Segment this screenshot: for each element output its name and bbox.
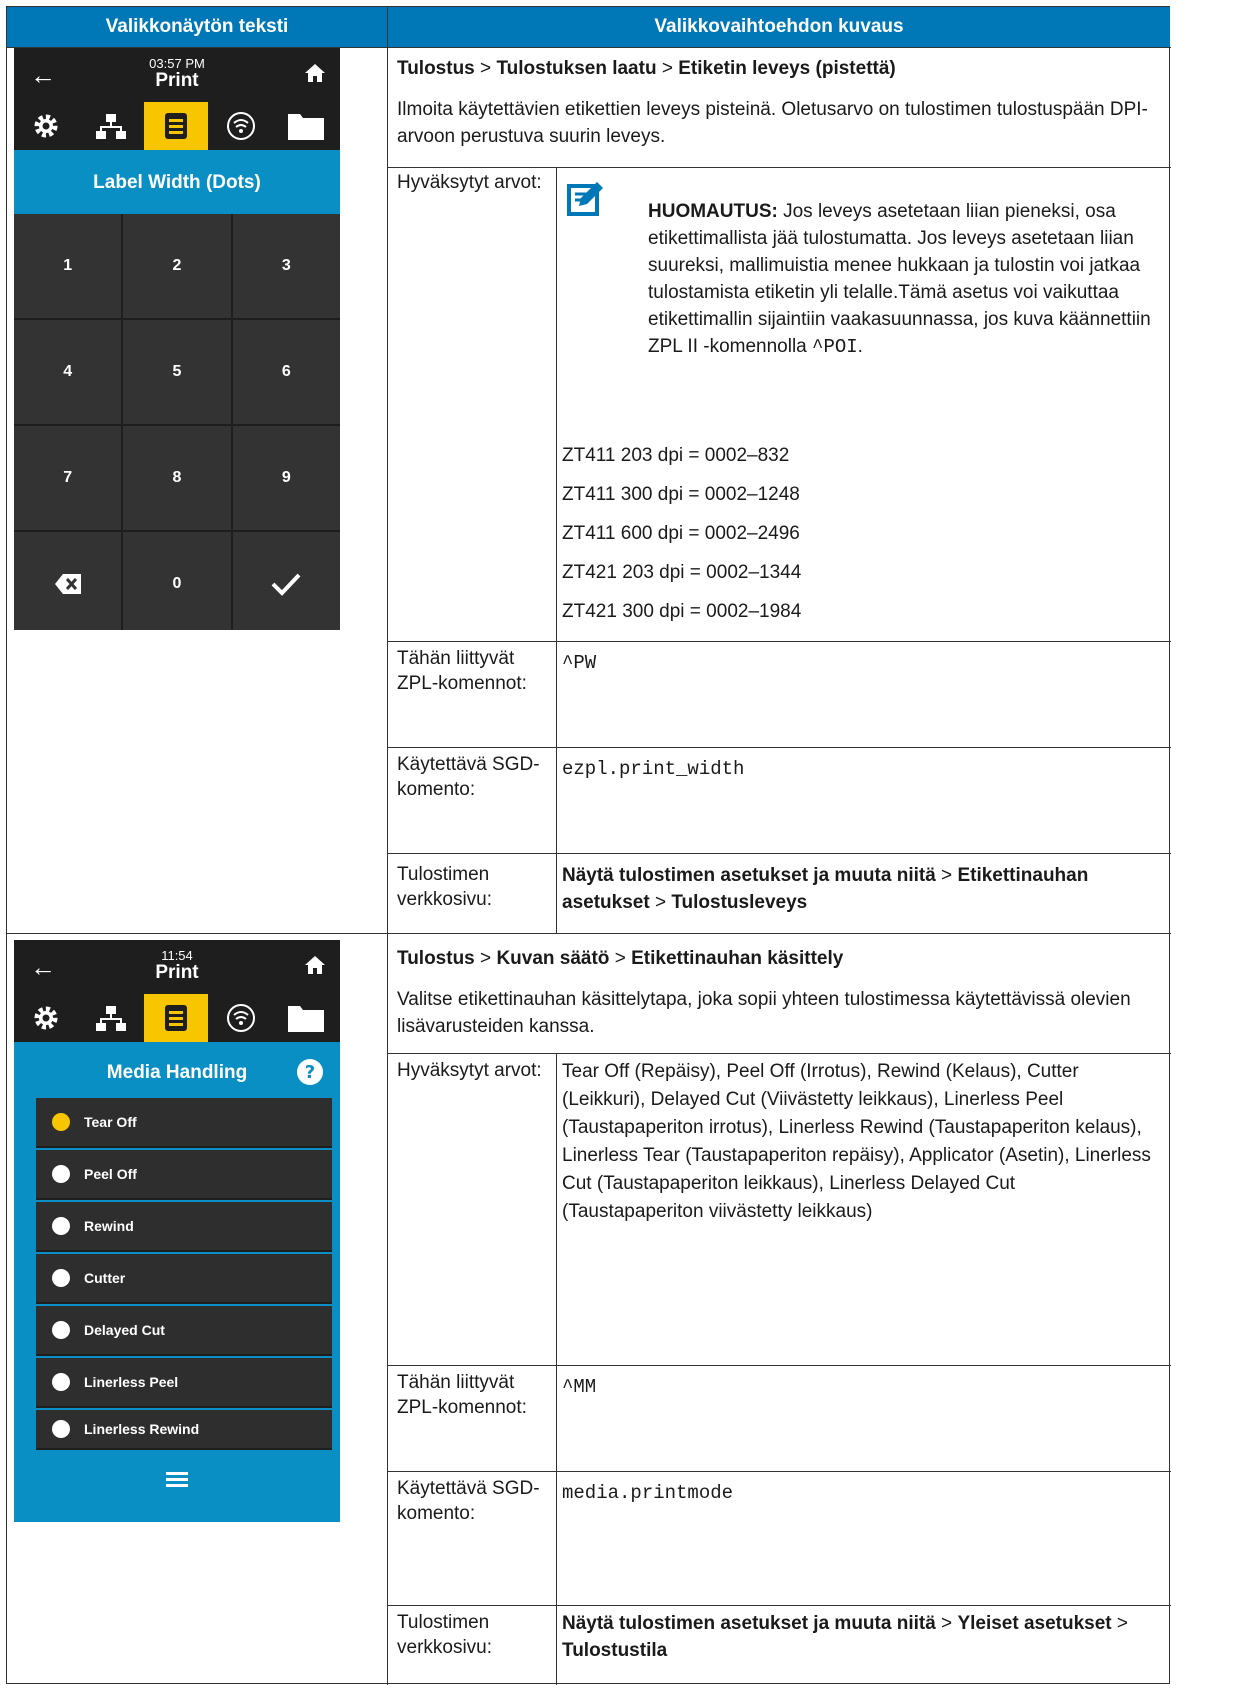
radio-icon <box>52 1165 70 1183</box>
media-handling-heading: Media Handling <box>106 1062 248 1083</box>
printer-screen-media-handling: ← 11:54 Print Media Handling ? Tear Off … <box>14 940 340 1522</box>
option-delayed-cut[interactable]: Delayed Cut <box>36 1306 332 1356</box>
home-icon[interactable] <box>304 62 326 84</box>
sgd-label: Käytettävä SGD-komento: <box>397 754 540 800</box>
media-handling-panel: Media Handling ? Tear Off Peel Off Rewin… <box>14 1042 340 1522</box>
dpi-value-0: ZT411 203 dpi = 0002–832 <box>562 445 790 466</box>
field-label: Label Width (Dots) <box>93 172 261 193</box>
accepted-values-label: Hyväksytyt arvot: <box>397 1060 542 1081</box>
screen-title: Print <box>155 962 199 983</box>
printer-icon[interactable] <box>144 994 210 1042</box>
folder-icon[interactable] <box>274 102 340 150</box>
key-6[interactable]: 6 <box>232 320 340 424</box>
screen-time: 03:57 PM <box>149 56 205 71</box>
printer-icon[interactable] <box>144 102 210 150</box>
dpi-value-1: ZT411 300 dpi = 0002–1248 <box>562 484 800 505</box>
radio-icon <box>52 1373 70 1391</box>
option-linerless-peel[interactable]: Linerless Peel <box>36 1358 332 1408</box>
radio-icon <box>52 1420 70 1438</box>
network-icon[interactable] <box>79 994 145 1042</box>
key-2[interactable]: 2 <box>123 214 231 318</box>
accepted-values: Tear Off (Repäisy), Peel Off (Irrotus), … <box>562 1061 1151 1222</box>
key-4[interactable]: 4 <box>14 320 122 424</box>
key-7[interactable]: 7 <box>14 426 122 530</box>
zpl-label: Tähän liittyvät ZPL-komennot: <box>397 648 527 694</box>
key-5[interactable]: 5 <box>123 320 231 424</box>
web-path-1: Näytä tulostimen asetukset ja muuta niit… <box>562 865 1089 913</box>
option-rewind[interactable]: Rewind <box>36 1202 332 1252</box>
radio-selected-icon <box>52 1113 70 1131</box>
accepted-values-label: Hyväksytyt arvot: <box>397 172 542 193</box>
web-label: Tulostimen verkkosivu: <box>397 1612 493 1658</box>
wireless-icon[interactable] <box>209 994 275 1042</box>
option-tear-off[interactable]: Tear Off <box>36 1098 332 1148</box>
home-icon[interactable] <box>304 954 326 976</box>
printer-screen-label-width: ← 03:57 PM Print Label Width (Dots) 832 … <box>14 48 340 630</box>
sgd-label: Käytettävä SGD-komento: <box>397 1478 540 1524</box>
checkmark-icon[interactable] <box>232 532 340 630</box>
option-cutter[interactable]: Cutter <box>36 1254 332 1304</box>
backspace-icon[interactable] <box>14 532 122 630</box>
web-label: Tulostimen verkkosivu: <box>397 864 493 910</box>
menu-path-2: Tulostus > Kuvan säätö > Etikettinauhan … <box>397 948 844 969</box>
zpl-label: Tähän liittyvät ZPL-komennot: <box>397 1372 527 1418</box>
header-menu-text: Valikkonäytön teksti <box>7 7 387 47</box>
key-9[interactable]: 9 <box>232 426 340 530</box>
menu-icon[interactable] <box>166 1472 188 1488</box>
screen-title: Print <box>155 70 199 91</box>
network-icon[interactable] <box>79 102 145 150</box>
menu-path-1: Tulostus > Tulostuksen laatu > Etiketin … <box>397 58 896 79</box>
wireless-icon[interactable] <box>209 102 275 150</box>
folder-icon[interactable] <box>274 994 340 1042</box>
radio-icon <box>52 1217 70 1235</box>
option-linerless-rewind[interactable]: Linerless Rewind <box>36 1410 332 1450</box>
web-path-2: Näytä tulostimen asetukset ja muuta niit… <box>562 1613 1129 1661</box>
note-text: HUOMAUTUS: Jos leveys asetetaan liian pi… <box>648 201 1151 358</box>
sgd-value: media.printmode <box>562 1482 734 1504</box>
key-1[interactable]: 1 <box>14 214 122 318</box>
key-0[interactable]: 0 <box>123 532 231 630</box>
sgd-value: ezpl.print_width <box>562 758 745 780</box>
dpi-value-2: ZT411 600 dpi = 0002–2496 <box>562 523 800 544</box>
zpl-value: ^PW <box>562 652 597 674</box>
dpi-value-3: ZT421 203 dpi = 0002–1344 <box>562 562 802 583</box>
numeric-keypad: 1 2 3 4 5 6 7 8 9 0 <box>14 214 340 630</box>
radio-icon <box>52 1321 70 1339</box>
key-8[interactable]: 8 <box>123 426 231 530</box>
option-peel-off[interactable]: Peel Off <box>36 1150 332 1200</box>
dpi-value-4: ZT421 300 dpi = 0002–1984 <box>562 601 802 622</box>
svg-text:?: ? <box>305 1062 315 1083</box>
note-icon <box>567 182 603 216</box>
description-1: Ilmoita käytettävien etikettien leveys p… <box>397 99 1148 147</box>
zpl-value: ^MM <box>562 1376 597 1398</box>
description-2: Valitse etikettinauhan käsittelytapa, jo… <box>397 989 1131 1037</box>
settings-gear-icon[interactable] <box>14 994 80 1042</box>
radio-icon <box>52 1269 70 1287</box>
key-3[interactable]: 3 <box>232 214 340 318</box>
header-description: Valikkovaihtoehdon kuvaus <box>388 7 1170 47</box>
settings-gear-icon[interactable] <box>14 102 80 150</box>
help-icon[interactable]: ? <box>296 1058 324 1086</box>
screen-time: 11:54 <box>161 948 193 963</box>
